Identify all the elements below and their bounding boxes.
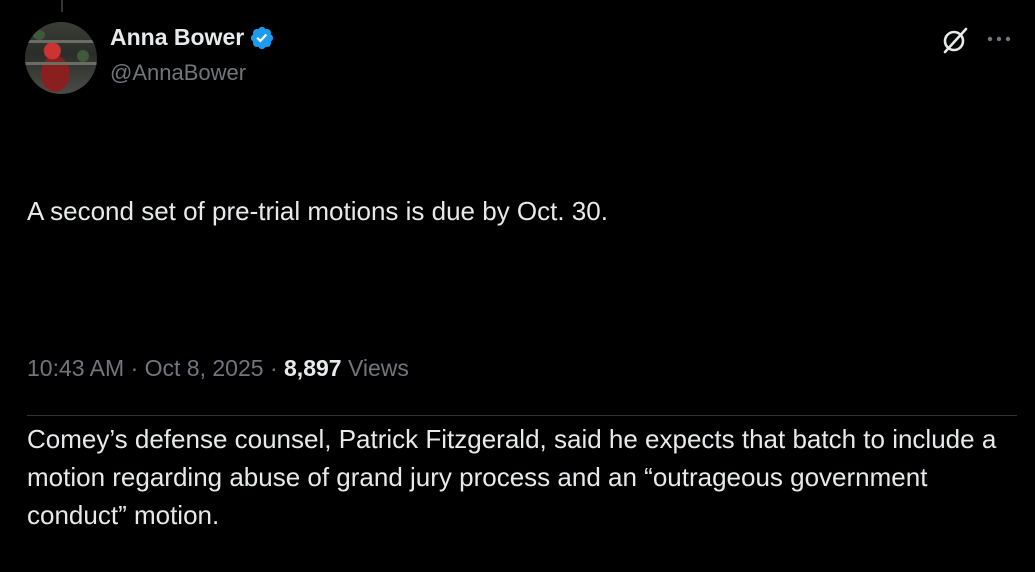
thread-connector-line [61, 0, 63, 12]
tweet-text: A second set of pre-trial motions is due… [27, 116, 1017, 572]
author-handle[interactable]: @AnnaBower [110, 60, 246, 86]
tweet-date[interactable]: Oct 8, 2025 [145, 355, 264, 381]
views-label: Views [341, 355, 409, 381]
avatar-detail [25, 62, 97, 65]
verified-badge-icon[interactable] [249, 25, 275, 51]
tweet-paragraph: Comey’s defense counsel, Patrick Fitzger… [27, 424, 1004, 530]
author-display-name[interactable]: Anna Bower [110, 24, 244, 51]
grok-icon[interactable] [941, 26, 969, 54]
avatar-detail [77, 50, 89, 62]
more-dots-icon[interactable] [985, 34, 1013, 44]
tweet-paragraph: A second set of pre-trial motions is due… [27, 196, 608, 226]
avatar[interactable] [25, 22, 97, 94]
meta-separator: · [124, 355, 145, 381]
meta-separator: · [263, 355, 285, 381]
divider [27, 415, 1017, 416]
tweet-meta: 10:43 AM · Oct 8, 2025 · 8,897 Views [27, 355, 409, 382]
author-name-row: Anna Bower [110, 24, 275, 51]
avatar-detail [25, 40, 97, 43]
views-count[interactable]: 8,897 [284, 355, 342, 381]
tweet-time[interactable]: 10:43 AM [27, 355, 124, 381]
avatar-detail [33, 30, 45, 40]
